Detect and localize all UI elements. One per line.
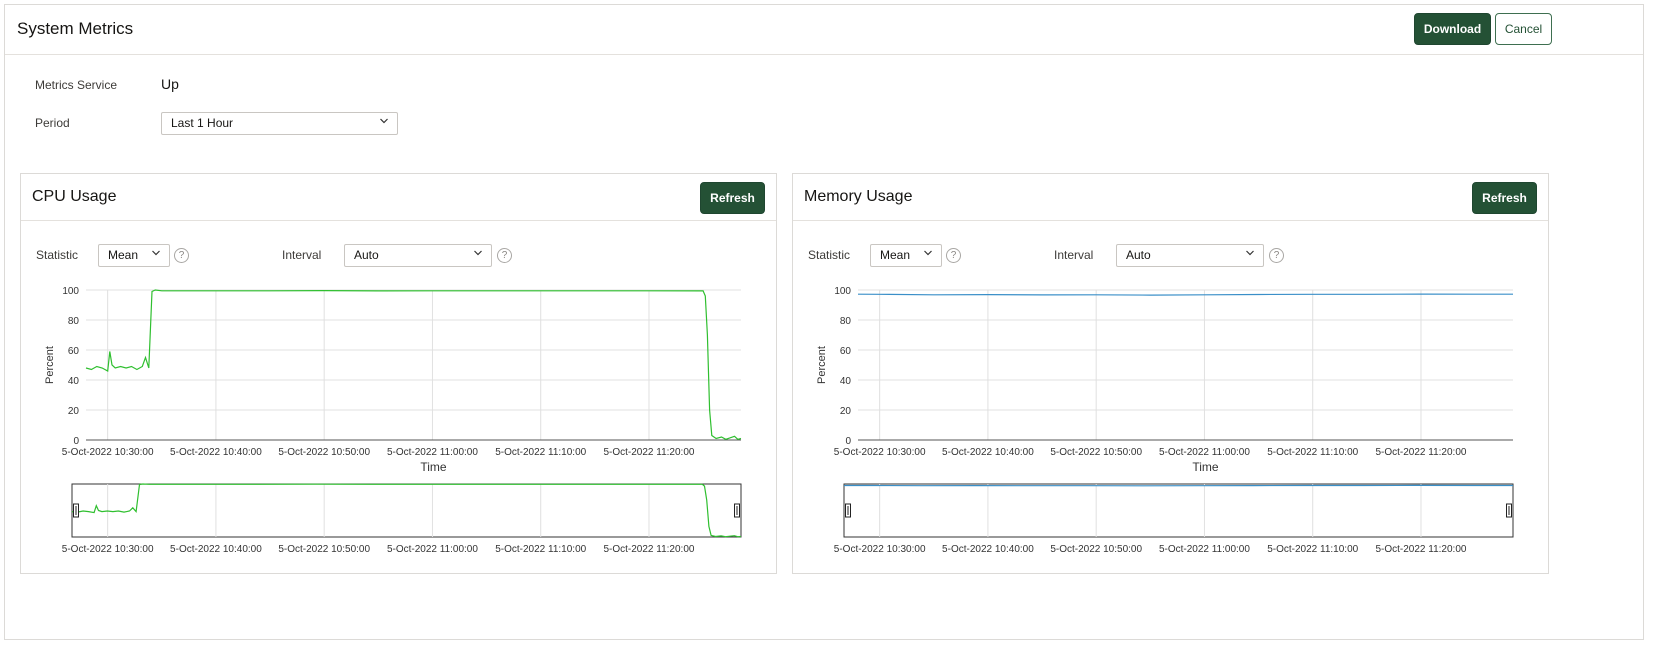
chevron-down-icon (152, 250, 160, 256)
chevron-down-icon (474, 250, 482, 256)
y-tick-label: 40 (68, 376, 80, 387)
overview-tick-label: 5-Oct-2022 10:30:00 (834, 544, 926, 555)
cpu-usage-panel: CPU Usage Refresh Statistic Mean ? Inter… (20, 173, 777, 574)
cpu-interval-label: Interval (282, 248, 322, 262)
memory-interval-value: Auto (1126, 248, 1151, 262)
y-axis-label: Percent (816, 346, 828, 384)
x-tick-label: 5-Oct-2022 10:50:00 (1050, 447, 1142, 458)
cancel-button[interactable]: Cancel (1495, 13, 1552, 45)
x-tick-label: 5-Oct-2022 10:50:00 (278, 447, 370, 458)
overview-tick-label: 5-Oct-2022 11:10:00 (1267, 544, 1358, 555)
memory-interval-label: Interval (1054, 248, 1094, 262)
system-metrics-dialog: System Metrics Download Cancel Metrics S… (4, 4, 1644, 640)
overview-tick-label: 5-Oct-2022 11:00:00 (387, 544, 478, 555)
download-button[interactable]: Download (1414, 13, 1491, 45)
x-axis-label: Time (1192, 460, 1219, 474)
period-select[interactable]: Last 1 Hour (161, 112, 398, 135)
overview-tick-label: 5-Oct-2022 11:20:00 (603, 544, 694, 555)
memory-refresh-button[interactable]: Refresh (1472, 182, 1537, 214)
metrics-service-label: Metrics Service (35, 78, 118, 92)
y-tick-label: 60 (840, 346, 852, 357)
chevron-down-icon (380, 118, 388, 124)
x-tick-label: 5-Oct-2022 11:00:00 (1159, 447, 1250, 458)
x-tick-label: 5-Oct-2022 11:20:00 (1375, 447, 1466, 458)
overview-tick-label: 5-Oct-2022 10:40:00 (942, 544, 1034, 555)
overview-tick-label: 5-Oct-2022 11:00:00 (1159, 544, 1250, 555)
chevron-down-icon (1246, 250, 1254, 256)
x-tick-label: 5-Oct-2022 10:40:00 (170, 447, 262, 458)
overview-window[interactable] (71, 483, 742, 538)
x-tick-label: 5-Oct-2022 11:10:00 (1267, 447, 1358, 458)
memory-interval-select[interactable]: Auto (1116, 244, 1264, 267)
cpu-interval-value: Auto (354, 248, 379, 262)
series-line (85, 289, 742, 440)
cpu-refresh-button[interactable]: Refresh (700, 182, 765, 214)
y-tick-label: 60 (68, 346, 80, 357)
x-tick-label: 5-Oct-2022 11:20:00 (603, 447, 694, 458)
overview-tick-label: 5-Oct-2022 10:50:00 (278, 544, 370, 555)
y-tick-label: 80 (68, 316, 80, 327)
x-tick-label: 5-Oct-2022 11:10:00 (495, 447, 586, 458)
cpu-interval-select[interactable]: Auto (344, 244, 492, 267)
cpu-statistic-value: Mean (108, 248, 139, 262)
cpu-statistic-select[interactable]: Mean (98, 244, 170, 267)
memory-statistic-value: Mean (880, 248, 911, 262)
statistic-help-icon[interactable]: ? (946, 248, 961, 263)
memory-usage-panel: Memory Usage Refresh Statistic Mean ? In… (792, 173, 1549, 574)
chevron-down-icon (924, 250, 932, 256)
interval-help-icon[interactable]: ? (1269, 248, 1284, 263)
overview-tick-label: 5-Oct-2022 10:40:00 (170, 544, 262, 555)
overview-tick-label: 5-Oct-2022 11:20:00 (1375, 544, 1466, 555)
y-tick-label: 40 (840, 376, 852, 387)
y-tick-label: 100 (834, 286, 851, 297)
memory-panel-title: Memory Usage (804, 188, 913, 205)
period-select-value: Last 1 Hour (171, 116, 234, 130)
metrics-service-value: Up (161, 76, 179, 92)
memory-panel-header: Memory Usage Refresh (793, 174, 1548, 221)
interval-help-icon[interactable]: ? (497, 248, 512, 263)
y-tick-label: 100 (62, 286, 79, 297)
memory-usage-chart: 0 20 40 60 80 100 5-Oct-2022 10:30:00 5-Oct-202… (816, 286, 1514, 555)
overview-tick-label: 5-Oct-2022 10:50:00 (1050, 544, 1142, 555)
x-tick-label: 5-Oct-2022 10:30:00 (62, 447, 154, 458)
x-tick-label: 5-Oct-2022 11:00:00 (387, 447, 478, 458)
overview-window[interactable] (843, 483, 1514, 538)
series-line (857, 293, 1513, 296)
x-axis-label: Time (420, 460, 447, 474)
x-tick-label: 5-Oct-2022 10:30:00 (834, 447, 926, 458)
cpu-panel-header: CPU Usage Refresh (21, 174, 776, 221)
cpu-panel-title: CPU Usage (32, 188, 117, 205)
memory-statistic-select[interactable]: Mean (870, 244, 942, 267)
x-tick-label: 5-Oct-2022 10:40:00 (942, 447, 1034, 458)
memory-statistic-label: Statistic (808, 248, 851, 262)
overview-tick-label: 5-Oct-2022 11:10:00 (495, 544, 586, 555)
overview-tick-label: 5-Oct-2022 10:30:00 (62, 544, 154, 555)
y-tick-label: 0 (845, 436, 851, 447)
statistic-help-icon[interactable]: ? (174, 248, 189, 263)
y-tick-label: 80 (840, 316, 852, 327)
cpu-usage-chart: 0 20 40 60 80 100 5-Oct-2022 10:30:00 5-Oct-202… (44, 286, 742, 555)
y-tick-label: 20 (840, 406, 852, 417)
y-tick-label: 20 (68, 406, 80, 417)
cpu-statistic-label: Statistic (36, 248, 79, 262)
period-label: Period (35, 116, 70, 130)
y-tick-label: 0 (73, 436, 79, 447)
dialog-title: System Metrics (17, 19, 134, 38)
dialog-header: System Metrics Download Cancel (5, 5, 1643, 55)
y-axis-label: Percent (44, 346, 56, 384)
